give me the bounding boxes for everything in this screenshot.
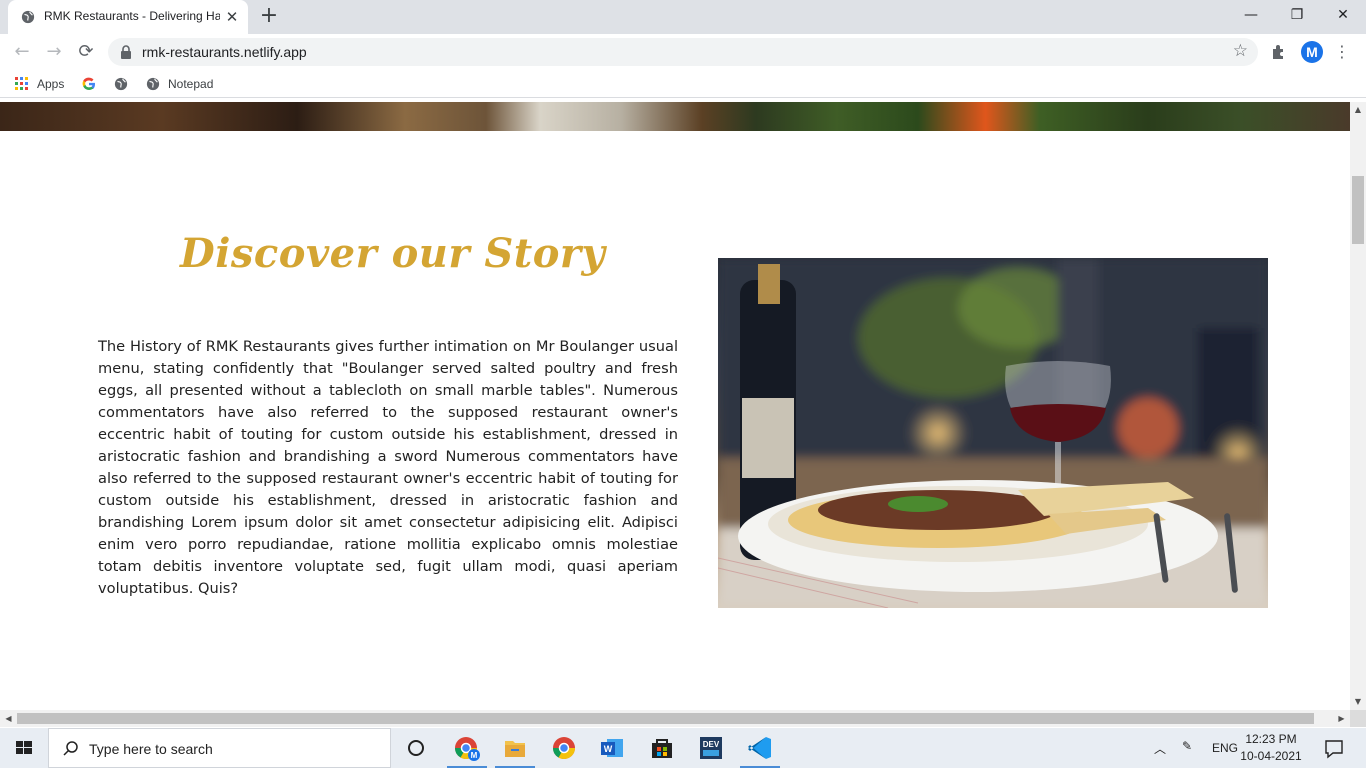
browser-tab-strip: RMK Restaurants - Delivering Happiness ✕… xyxy=(0,0,1366,34)
google-icon xyxy=(82,77,95,90)
taskbar-search-box[interactable]: Type here to search xyxy=(48,728,391,768)
store-icon[interactable] xyxy=(638,728,686,768)
close-window-button[interactable]: ✕ xyxy=(1320,0,1366,30)
address-bar[interactable]: rmk-restaurants.netlify.app ☆ xyxy=(108,38,1258,66)
browser-toolbar: ← → ⟳ rmk-restaurants.netlify.app ☆ M ⋮ xyxy=(0,34,1366,70)
scroll-up-icon[interactable]: ▲ xyxy=(1350,102,1366,118)
restore-button[interactable]: ❐ xyxy=(1274,0,1320,30)
vertical-scrollbar[interactable]: ▲ ▼ xyxy=(1350,102,1366,710)
scrollbar-corner xyxy=(1350,710,1366,727)
hero-image-strip xyxy=(0,102,1350,131)
browser-menu-icon[interactable]: ⋮ xyxy=(1334,42,1350,62)
bookmark-apps[interactable]: Apps xyxy=(15,74,64,94)
bookmark-notepad[interactable]: Notepad xyxy=(146,74,213,94)
extensions-puzzle-icon[interactable] xyxy=(1270,43,1288,61)
bookmark-google[interactable] xyxy=(82,74,96,94)
svg-text:M: M xyxy=(471,751,478,760)
bookmarks-bar: Apps Notepad xyxy=(0,70,1366,98)
clock-time: 12:23 PM xyxy=(1245,732,1297,746)
tray-chevron-icon[interactable]: ︿ xyxy=(1154,740,1166,780)
dev-icon[interactable]: DEV xyxy=(687,728,735,768)
tab-title: RMK Restaurants - Delivering Happiness xyxy=(44,9,220,23)
profile-avatar[interactable]: M xyxy=(1301,41,1323,63)
page-viewport: Discover our Story The History of RMK Re… xyxy=(0,102,1350,710)
minimize-button[interactable]: — xyxy=(1228,0,1274,30)
taskbar-clock[interactable]: 12:23 PM 10-04-2021 xyxy=(1240,731,1302,765)
reload-button[interactable]: ⟳ xyxy=(74,40,98,64)
clock-date: 10-04-2021 xyxy=(1240,749,1302,763)
back-button[interactable]: ← xyxy=(10,40,34,64)
lock-icon xyxy=(121,45,131,59)
globe-icon xyxy=(21,10,35,24)
forward-button[interactable]: → xyxy=(42,40,66,64)
close-tab-icon[interactable]: ✕ xyxy=(224,9,240,25)
search-icon xyxy=(63,741,78,756)
pen-workspace-icon[interactable]: ✎ xyxy=(1182,739,1192,779)
windows-start-icon[interactable] xyxy=(0,728,48,768)
word-icon[interactable]: W xyxy=(589,728,637,768)
globe-icon xyxy=(146,77,160,91)
bookmark-label: Apps xyxy=(37,77,65,91)
chrome-profile-taskbar-icon[interactable]: M xyxy=(443,728,491,768)
file-explorer-icon[interactable] xyxy=(491,728,539,768)
horizontal-scroll-thumb[interactable] xyxy=(17,713,1314,724)
svg-text:W: W xyxy=(604,744,613,754)
globe-icon xyxy=(114,77,128,91)
vscode-icon[interactable] xyxy=(736,728,784,768)
url-text: rmk-restaurants.netlify.app xyxy=(142,44,307,60)
story-heading: Discover our Story xyxy=(180,230,606,277)
svg-text:DEV: DEV xyxy=(703,740,720,749)
browser-tab[interactable]: RMK Restaurants - Delivering Happiness ✕ xyxy=(8,0,248,34)
cortana-icon[interactable] xyxy=(392,728,440,768)
language-indicator[interactable]: ENG xyxy=(1212,741,1238,781)
windows-taskbar: Type here to search M W DEV ︿ ✎ ENG 12:2… xyxy=(0,728,1366,768)
new-tab-button[interactable]: + xyxy=(258,5,280,28)
bookmark-label: Notepad xyxy=(168,77,214,91)
bookmark-star-icon[interactable]: ☆ xyxy=(1233,41,1248,61)
scroll-right-icon[interactable]: ▶ xyxy=(1333,710,1350,727)
horizontal-scrollbar[interactable]: ◀ ▶ xyxy=(0,710,1350,727)
chrome-icon[interactable] xyxy=(540,728,588,768)
apps-grid-icon xyxy=(15,77,28,90)
bookmark-globe[interactable] xyxy=(114,74,128,94)
pasta-wine-photo xyxy=(718,258,1268,608)
notifications-icon[interactable] xyxy=(1310,728,1358,768)
story-paragraph: The History of RMK Restaurants gives fur… xyxy=(98,338,678,597)
vertical-scroll-thumb[interactable] xyxy=(1352,176,1364,244)
scroll-down-icon[interactable]: ▼ xyxy=(1350,694,1366,710)
search-placeholder: Type here to search xyxy=(89,741,213,757)
scroll-left-icon[interactable]: ◀ xyxy=(0,710,17,727)
